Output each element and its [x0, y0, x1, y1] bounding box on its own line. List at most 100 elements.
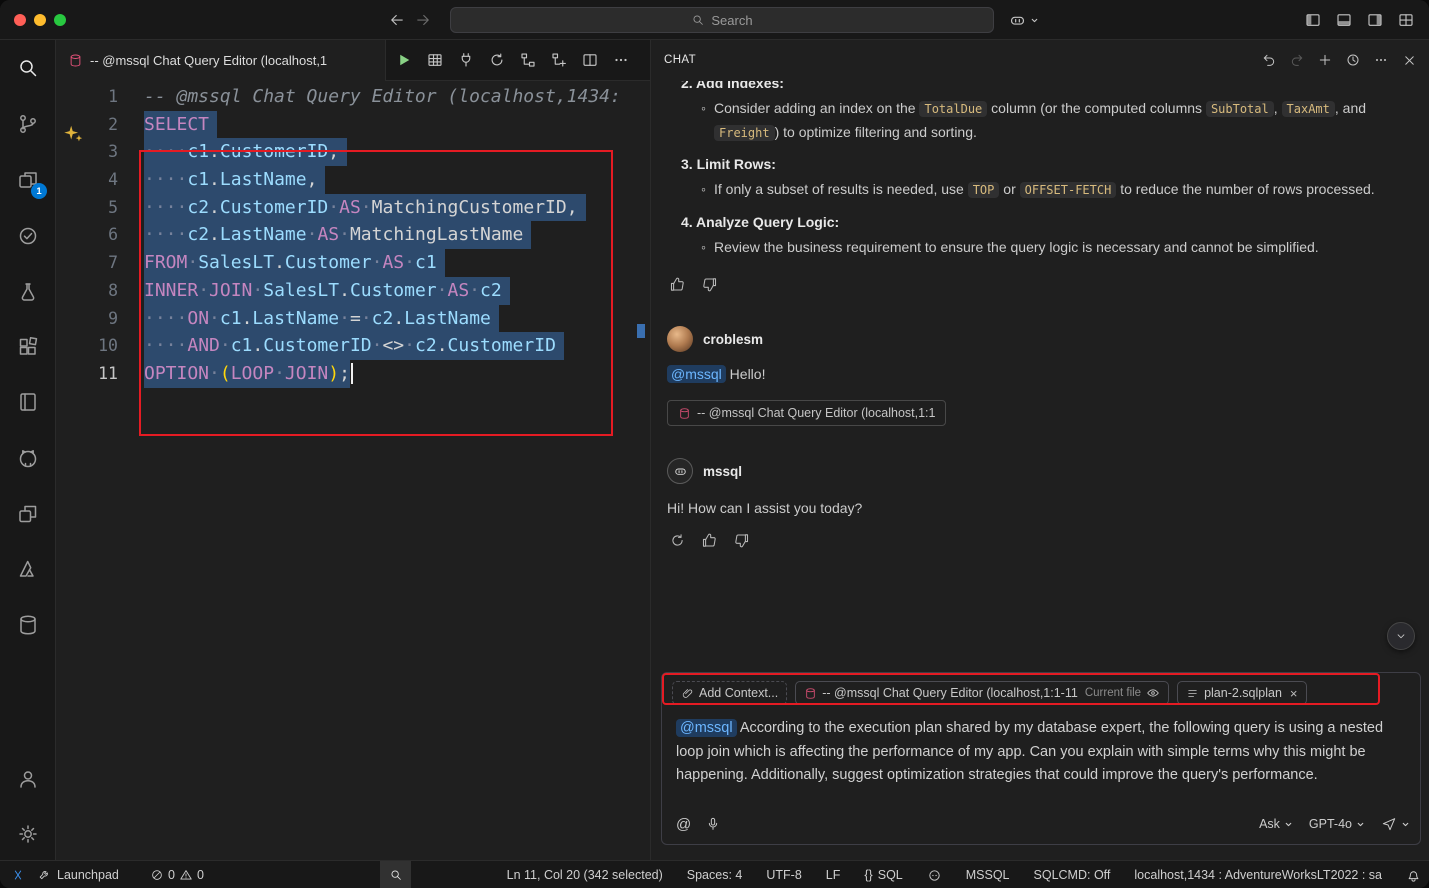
toggle-sidebar-icon[interactable] [1304, 11, 1322, 29]
line-number: 5 [56, 194, 144, 222]
sidebar-item-source-control[interactable] [4, 100, 52, 148]
mode-label: Ask [1259, 817, 1280, 831]
model-picker[interactable]: GPT-4o [1309, 817, 1365, 831]
gear-icon [16, 822, 40, 846]
sidebar-item-extensions[interactable] [4, 323, 52, 371]
new-chat-icon[interactable] [1314, 49, 1336, 71]
database-file-icon [804, 687, 817, 700]
notifications-bell[interactable] [1406, 868, 1421, 883]
sidebar-item-github[interactable] [4, 434, 52, 482]
sidebar-item-remote-explorer[interactable]: 1 [4, 156, 52, 204]
thumbs-down-icon[interactable] [731, 530, 751, 550]
mention-context-icon[interactable]: @ [676, 816, 691, 833]
sidebar-item-experiments[interactable] [4, 268, 52, 316]
sqlcmd-status[interactable]: SQLCMD: Off [1034, 868, 1111, 882]
microphone-icon[interactable] [705, 816, 721, 832]
list-item-heading: 2. Add Indexes: [667, 81, 1414, 94]
close-icon[interactable] [1398, 49, 1420, 71]
more-icon[interactable] [1370, 49, 1392, 71]
forward-button[interactable] [412, 9, 434, 31]
assistant-name: mssql [703, 464, 742, 479]
chevron-down-icon [1401, 820, 1410, 829]
sidebar-item-docs[interactable] [4, 378, 52, 426]
toggle-secondary-sidebar-icon[interactable] [1366, 11, 1384, 29]
current-file-chip[interactable]: -- @mssql Chat Query Editor (localhost,1… [795, 681, 1169, 705]
zoom-button[interactable] [380, 861, 411, 888]
encoding-status[interactable]: UTF-8 [766, 868, 801, 882]
split-editor-button[interactable] [580, 50, 600, 70]
thumbs-up-icon[interactable] [667, 274, 687, 294]
cursor-position-status[interactable]: Ln 11, Col 20 (342 selected) [507, 868, 663, 882]
estimated-plan-button[interactable] [518, 50, 538, 70]
database-file-icon [678, 407, 691, 420]
connection-status[interactable]: localhost,1434 : AdventureWorksLT2022 : … [1134, 868, 1382, 882]
sidebar-item-search[interactable] [4, 44, 52, 92]
command-center-search[interactable]: Search [450, 7, 994, 33]
sidebar-item-workspaces[interactable] [4, 490, 52, 538]
sidebar-item-settings[interactable] [4, 810, 52, 858]
results-grid-button[interactable] [425, 50, 445, 70]
back-button[interactable] [386, 9, 408, 31]
history-icon[interactable] [1342, 49, 1364, 71]
error-count: 0 [168, 868, 175, 882]
warning-count: 0 [197, 868, 204, 882]
copilot-status[interactable] [927, 868, 942, 883]
regenerate-icon[interactable] [667, 530, 687, 550]
chat-header: CHAT [651, 40, 1429, 81]
remove-attachment-icon[interactable]: × [1290, 686, 1298, 701]
sidebar-item-testing[interactable] [4, 212, 52, 260]
assistant-avatar [667, 458, 693, 484]
launchpad-status-item[interactable]: Launchpad [38, 861, 119, 888]
customize-layout-icon[interactable] [1397, 11, 1415, 29]
more-actions-button[interactable] [611, 50, 631, 70]
macos-minimize-button[interactable] [34, 14, 46, 26]
undo-icon[interactable] [1258, 49, 1280, 71]
model-label: GPT-4o [1309, 817, 1352, 831]
chat-input-box[interactable]: Add Context... -- @mssql Chat Query Edit… [661, 672, 1421, 845]
thumbs-up-icon[interactable] [699, 530, 719, 550]
remote-indicator[interactable] [10, 861, 26, 888]
sidebar-item-sql-tools[interactable] [4, 601, 52, 649]
chat-input-text[interactable]: @mssql According to the execution plan s… [676, 717, 1408, 788]
mode-picker[interactable]: Ask [1259, 817, 1293, 831]
sidebar-item-accounts[interactable] [4, 755, 52, 803]
inline-code-chip: TotalDue [919, 101, 987, 117]
macos-close-button[interactable] [14, 14, 26, 26]
indentation-status[interactable]: Spaces: 4 [687, 868, 743, 882]
mention-chip[interactable]: @mssql [667, 365, 726, 383]
line-number: 1 [56, 83, 144, 111]
inline-code-chip: OFFSET-FETCH [1020, 182, 1117, 198]
list-item-bullet: ◦Review the business requirement to ensu… [667, 236, 1414, 259]
run-query-button[interactable] [394, 50, 414, 70]
thumbs-down-icon[interactable] [699, 274, 719, 294]
language-status[interactable]: {}SQL [864, 868, 902, 882]
editor-actions [394, 50, 631, 70]
change-connection-button[interactable] [487, 50, 507, 70]
eye-icon[interactable] [1146, 686, 1160, 700]
code-editor[interactable]: 1-- @mssql Chat Query Editor (localhost,… [56, 81, 650, 860]
sidebar-item-azure[interactable] [4, 545, 52, 593]
toggle-panel-icon[interactable] [1335, 11, 1353, 29]
inline-code-chip: SubTotal [1206, 101, 1274, 117]
user-message: @mssql Hello! [667, 366, 1414, 382]
scroll-to-bottom-button[interactable] [1387, 622, 1415, 650]
redo-icon[interactable] [1286, 49, 1308, 71]
eol-status[interactable]: LF [826, 868, 841, 882]
plan-file-chip[interactable]: plan-2.sqlplan × [1177, 681, 1306, 705]
copilot-titlebar-button[interactable] [1008, 9, 1039, 31]
mention-chip[interactable]: @mssql [676, 719, 737, 737]
editor-tab[interactable]: -- @mssql Chat Query Editor (localhost,1 [56, 40, 386, 81]
chat-header-actions [1258, 49, 1420, 71]
copilot-sparkle-icon[interactable] [62, 123, 84, 145]
line-number: 7 [56, 249, 144, 277]
attached-file-chip[interactable]: -- @mssql Chat Query Editor (localhost,1… [667, 400, 946, 426]
add-context-button[interactable]: Add Context... [672, 681, 787, 705]
send-button[interactable] [1381, 816, 1410, 832]
code-line: 7FROM·SalesLT.Customer·AS·c1 [56, 249, 650, 277]
actual-plan-button[interactable] [549, 50, 569, 70]
book-icon [16, 390, 40, 414]
problems-status-item[interactable]: 0 0 [150, 861, 204, 888]
mssql-status[interactable]: MSSQL [966, 868, 1010, 882]
macos-zoom-button[interactable] [54, 14, 66, 26]
connect-button[interactable] [456, 50, 476, 70]
